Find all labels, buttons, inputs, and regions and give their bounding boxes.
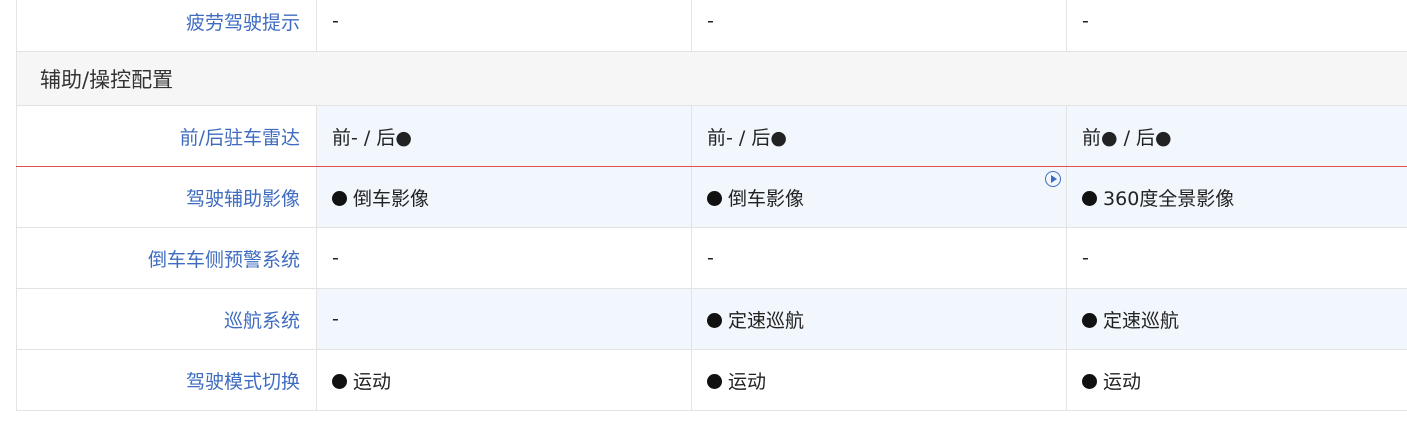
dot-icon (1082, 312, 1097, 328)
value-cell: 前- / 后● (316, 105, 692, 167)
row-label: 驾驶模式切换 (16, 349, 317, 411)
value-cell: 运动 (1066, 349, 1407, 411)
value-cell: - (691, 227, 1067, 289)
dot-icon (332, 373, 347, 389)
value-cell: - (316, 0, 692, 52)
value-cell: 倒车影像 (316, 166, 692, 228)
section-header-row: 辅助/操控配置 (16, 51, 1407, 106)
row-label: 巡航系统 (16, 288, 317, 350)
value-text: 倒车影像 (353, 187, 430, 210)
dot-icon (1082, 373, 1097, 389)
value-cell: - (1066, 227, 1407, 289)
value-cell: 360度全景影像 (1066, 166, 1407, 228)
dot-icon (707, 312, 722, 328)
dot-icon (707, 190, 722, 206)
row-label: 驾驶辅助影像 (16, 166, 317, 228)
value-text: 倒车影像 (728, 187, 805, 210)
spec-table-container: 疲劳驾驶提示 - - - 辅助/操控配置 前/后驻车雷达 前- / 后● 前- … (16, 0, 1407, 411)
value-cell: - (316, 288, 692, 350)
table-row-fatigue-alert: 疲劳驾驶提示 - - - (16, 0, 1407, 52)
dot-icon (707, 373, 722, 389)
spec-table: 疲劳驾驶提示 - - - 辅助/操控配置 前/后驻车雷达 前- / 后● 前- … (16, 0, 1407, 411)
value-cell: 运动 (316, 349, 692, 411)
value-cell: 运动 (691, 349, 1067, 411)
value-text: 运动 (353, 370, 392, 393)
dot-icon (1082, 190, 1097, 206)
table-row-parking-radar: 前/后驻车雷达 前- / 后● 前- / 后● 前● / 后● (16, 105, 1407, 167)
value-text: 定速巡航 (1103, 309, 1180, 332)
value-text: 运动 (1103, 370, 1142, 393)
value-cell: 定速巡航 (1066, 288, 1407, 350)
row-label: 倒车车侧预警系统 (16, 227, 317, 289)
table-row-reverse-side-warning: 倒车车侧预警系统 - - - (16, 227, 1407, 289)
value-cell: 前● / 后● (1066, 105, 1407, 167)
value-cell: - (316, 227, 692, 289)
table-row-cruise-system: 巡航系统 - 定速巡航 定速巡航 (16, 288, 1407, 350)
table-row-drive-mode: 驾驶模式切换 运动 运动 运动 (16, 349, 1407, 411)
value-text: 运动 (728, 370, 767, 393)
value-text: 定速巡航 (728, 309, 805, 332)
dot-icon (332, 190, 347, 206)
play-icon[interactable] (1045, 171, 1061, 187)
row-label: 疲劳驾驶提示 (16, 0, 317, 52)
value-cell: - (691, 0, 1067, 52)
row-label: 前/后驻车雷达 (16, 105, 317, 167)
value-text: 360度全景影像 (1103, 187, 1235, 210)
table-row-driving-camera: 驾驶辅助影像 倒车影像 倒车影像 360度全景影像 (16, 166, 1407, 228)
value-cell: 前- / 后● (691, 105, 1067, 167)
value-cell: 倒车影像 (691, 166, 1067, 228)
value-cell: 定速巡航 (691, 288, 1067, 350)
section-title: 辅助/操控配置 (16, 51, 1407, 106)
value-cell: - (1066, 0, 1407, 52)
